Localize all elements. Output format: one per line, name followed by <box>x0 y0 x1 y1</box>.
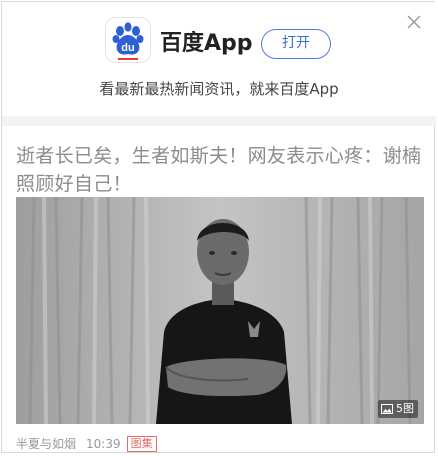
app-name: 百度App <box>160 31 253 56</box>
image-count-badge: 5图 <box>378 400 418 418</box>
article-time: 10:39 <box>86 436 121 451</box>
image-icon <box>381 404 393 414</box>
gallery-tag-badge: 图集 <box>126 435 157 452</box>
article-headline[interactable]: 逝者长已矣，生者如斯夫！网友表示心疼：谢楠照顾好自己！ <box>16 142 426 198</box>
open-app-button[interactable]: 打开 <box>261 29 331 59</box>
image-count-label: 5图 <box>396 402 414 415</box>
article-source: 半夏与如烟 <box>16 437 77 451</box>
banner-tagline: 看最新最热新闻资讯，就来百度App <box>99 80 339 98</box>
app-frame: du 百度App 打开 看最新最热新闻资讯，就来百度App 逝者长已矣，生者如斯… <box>1 1 436 453</box>
baidu-logo-icon: du <box>106 18 150 62</box>
logo-text: du <box>121 42 134 54</box>
app-download-banner: du 百度App 打开 看最新最热新闻资讯，就来百度App <box>2 2 436 116</box>
close-icon[interactable] <box>406 14 422 30</box>
article-photo[interactable]: 5图 <box>16 197 424 424</box>
article-meta: 半夏与如烟 10:39 图集 <box>16 435 157 452</box>
section-divider <box>2 116 436 126</box>
